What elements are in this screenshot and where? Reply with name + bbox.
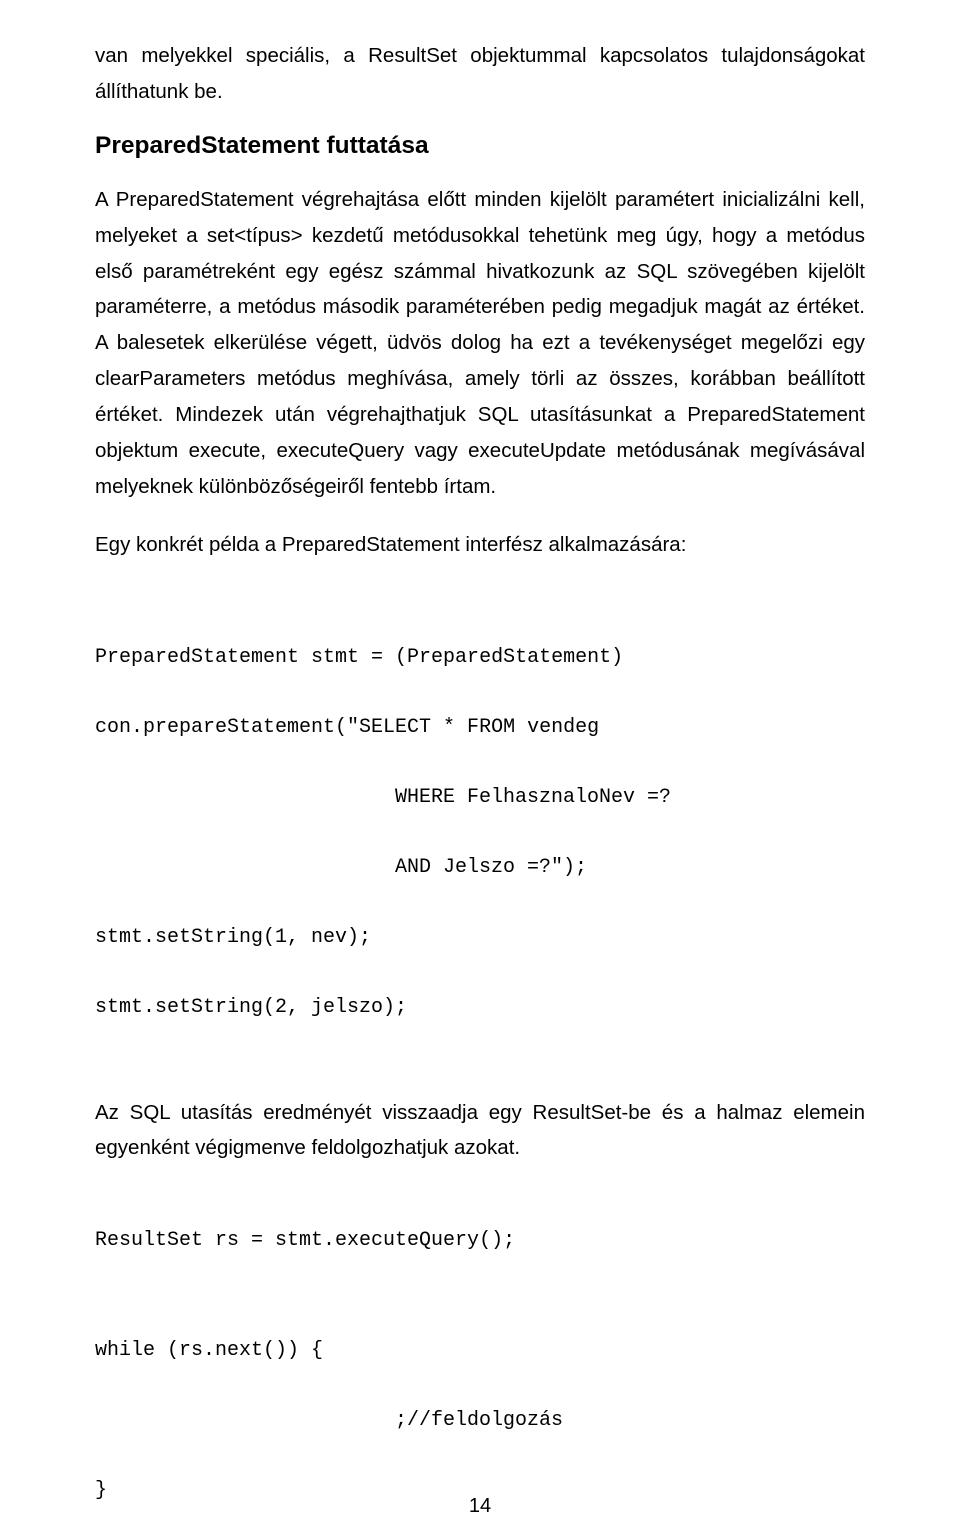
code-line: PreparedStatement stmt = (PreparedStatem… — [95, 640, 865, 675]
paragraph-body-2: Egy konkrét példa a PreparedStatement in… — [95, 527, 865, 563]
code-block-1: PreparedStatement stmt = (PreparedStatem… — [95, 605, 865, 1025]
code-line: stmt.setString(1, nev); — [95, 920, 865, 955]
spacer — [95, 1065, 865, 1095]
code-line: ResultSet rs = stmt.executeQuery(); — [95, 1223, 865, 1258]
code-line: ;//feldolgozás — [95, 1403, 865, 1438]
code-line: con.prepareStatement("SELECT * FROM vend… — [95, 710, 865, 745]
code-line: AND Jelszo =?"); — [95, 850, 865, 885]
paragraph-body-1: A PreparedStatement végrehajtása előtt m… — [95, 182, 865, 505]
code-line: WHERE FelhasznaloNev =? — [95, 780, 865, 815]
spacer — [95, 563, 865, 605]
paragraph-intro: van melyekkel speciális, a ResultSet obj… — [95, 38, 865, 110]
page-container: van melyekkel speciális, a ResultSet obj… — [0, 0, 960, 1538]
paragraph-body-3: Az SQL utasítás eredményét visszaadja eg… — [95, 1095, 865, 1167]
code-block-3: while (rs.next()) { ;//feldolgozás } — [95, 1298, 865, 1508]
code-line: while (rs.next()) { — [95, 1333, 865, 1368]
section-heading: PreparedStatement futtatása — [95, 132, 865, 160]
page-number: 14 — [0, 1495, 960, 1518]
code-block-2: ResultSet rs = stmt.executeQuery(); — [95, 1188, 865, 1258]
code-line: stmt.setString(2, jelszo); — [95, 990, 865, 1025]
